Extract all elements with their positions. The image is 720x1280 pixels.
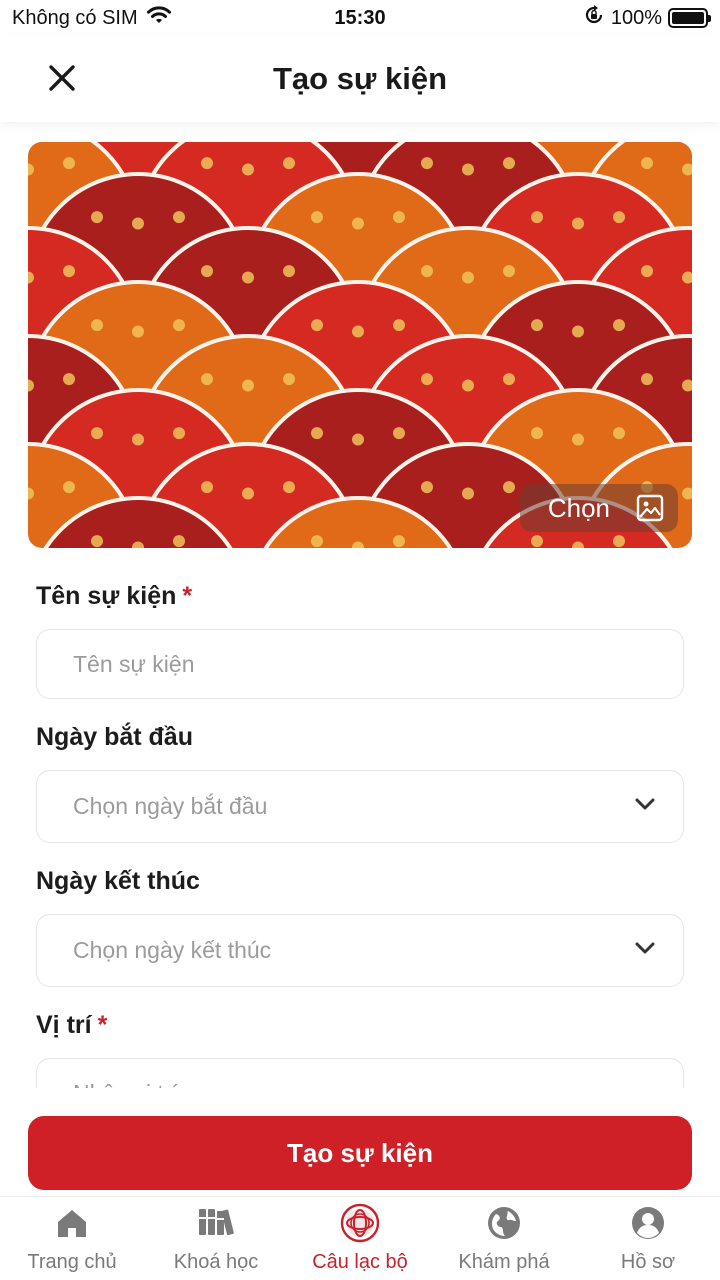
tab-profile[interactable]: Hồ sơ — [576, 1197, 720, 1280]
carrier-label: Không có SIM — [12, 6, 138, 29]
end-date-label: Ngày kết thúc — [36, 867, 200, 895]
required-marker: * — [182, 582, 193, 610]
books-icon — [196, 1203, 236, 1243]
home-icon — [52, 1203, 92, 1243]
start-date-select[interactable]: Chọn ngày bắt đầu — [36, 770, 684, 843]
start-date-label: Ngày bắt đầu — [36, 723, 193, 751]
tab-home-label: Trang chủ — [27, 1251, 117, 1273]
event-name-field: Tên sự kiện * Tên sự kiện — [36, 582, 686, 699]
tab-club[interactable]: Câu lạc bộ — [288, 1197, 432, 1280]
page-title: Tạo sự kiện — [272, 61, 448, 96]
event-name-label: Tên sự kiện — [36, 582, 177, 610]
tab-courses[interactable]: Khoá học — [144, 1197, 288, 1280]
location-input[interactable]: Nhập vị trí — [36, 1058, 684, 1088]
event-name-label-row: Tên sự kiện * — [36, 582, 686, 611]
chevron-down-icon — [633, 792, 657, 822]
start-date-field: Ngày bắt đầu Chọn ngày bắt đầu — [36, 723, 686, 843]
tab-profile-label: Hồ sơ — [620, 1251, 676, 1273]
required-marker: * — [97, 1011, 108, 1039]
image-icon — [636, 494, 664, 522]
end-date-select[interactable]: Chọn ngày kết thúc — [36, 914, 684, 987]
tab-courses-label: Khoá học — [173, 1251, 259, 1273]
start-date-placeholder: Chọn ngày bắt đầu — [73, 793, 268, 819]
tab-explore[interactable]: Khám phá — [432, 1197, 576, 1280]
globe-icon — [484, 1203, 524, 1243]
end-date-label-row: Ngày kết thúc — [36, 867, 686, 896]
battery-level-fill — [672, 12, 704, 24]
tab-home[interactable]: Trang chủ — [0, 1197, 144, 1280]
choose-cover-label: Chọn — [547, 492, 610, 523]
tab-explore-label: Khám phá — [458, 1251, 550, 1273]
create-event-button[interactable]: Tạo sự kiện — [28, 1116, 692, 1190]
location-label: Vị trí — [36, 1011, 92, 1039]
status-left: Không có SIM — [12, 5, 172, 31]
choose-cover-button[interactable]: Chọn — [519, 484, 678, 532]
bottom-tab-bar: Trang chủ Khoá học Câu lạc bộ Khám phá H… — [0, 1196, 720, 1280]
start-date-label-row: Ngày bắt đầu — [36, 723, 686, 752]
event-name-input[interactable]: Tên sự kiện — [36, 629, 684, 699]
end-date-field: Ngày kết thúc Chọn ngày kết thúc — [36, 867, 686, 987]
battery-percent: 100% — [610, 6, 662, 29]
orientation-lock-icon — [583, 4, 605, 32]
status-bar: Không có SIM 15:30 100% — [0, 0, 720, 36]
close-button[interactable] — [40, 58, 84, 102]
battery-icon — [668, 8, 711, 28]
event-name-placeholder: Tên sự kiện — [73, 650, 195, 677]
status-right: 100% — [583, 4, 711, 32]
close-icon — [47, 63, 77, 98]
header: Tạo sự kiện — [0, 36, 720, 122]
event-form: Tên sự kiện * Tên sự kiện Ngày bắt đầu C… — [36, 582, 686, 1088]
tab-club-label: Câu lạc bộ — [312, 1251, 408, 1273]
club-icon — [340, 1203, 380, 1243]
profile-icon — [628, 1203, 668, 1243]
cover-image[interactable]: Chọn — [28, 142, 692, 548]
location-field: Vị trí * Nhập vị trí — [36, 1011, 686, 1088]
chevron-down-icon — [633, 936, 657, 966]
location-label-row: Vị trí * — [36, 1011, 686, 1040]
location-placeholder: Nhập vị trí — [73, 1080, 178, 1089]
end-date-placeholder: Chọn ngày kết thúc — [73, 937, 272, 963]
wifi-icon — [146, 5, 172, 31]
